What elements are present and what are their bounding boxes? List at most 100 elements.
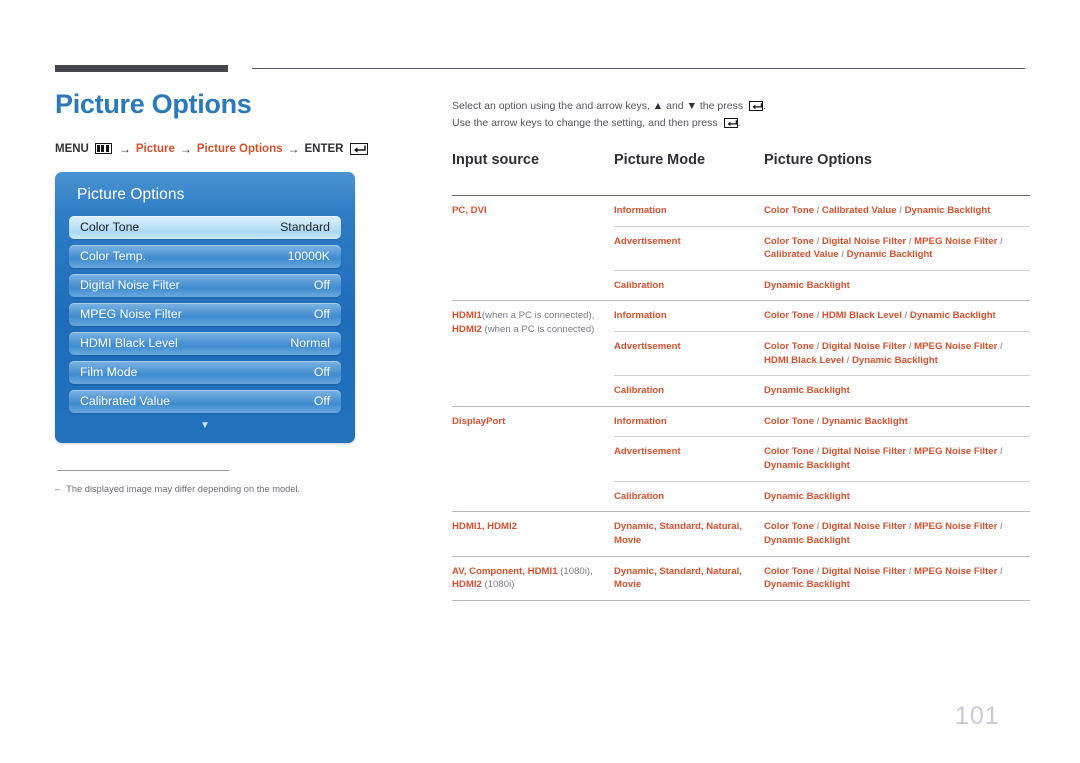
cell-picture-options: Dynamic Backlight [764, 480, 1030, 512]
osd-scroll-down-icon[interactable]: ▼ [69, 419, 341, 431]
osd-row-film-mode[interactable]: Film Mode Off [69, 360, 341, 384]
cell-picture-options: Color Tone / Calibrated Value / Dynamic … [764, 205, 991, 216]
option-separator: / [813, 310, 822, 322]
picture-options-table: Input source Picture Mode Picture Option… [452, 152, 1030, 601]
breadcrumb-item-picture: Picture [135, 142, 175, 155]
cell-picture-mode: Calibration [614, 269, 764, 301]
table-header-row: Input source Picture Mode Picture Option… [452, 152, 1030, 179]
cell-picture-options: Color Tone / Digital Noise Filter / MPEG… [764, 331, 1030, 376]
cell-picture-mode: Information [614, 405, 764, 437]
option-separator: / [997, 565, 1003, 577]
cell-picture-mode: Dynamic, Standard, Natural, Movie [614, 511, 764, 557]
osd-row-label: HDMI Black Level [80, 336, 178, 351]
osd-row-value: 10000K [287, 249, 330, 264]
footnote-text: The displayed image may differ depending… [66, 484, 301, 494]
table-row: DisplayPort Information Color Tone / Dyn… [452, 405, 1030, 512]
cell-input-source: AV, Component, HDMI1 (1080i), HDMI2 (108… [452, 555, 614, 601]
cell-picture-options: Color Tone / Digital Noise Filter / MPEG… [764, 511, 1030, 557]
option-separator: / [997, 235, 1003, 247]
source-note-2: (when a PC is connected) [484, 324, 595, 336]
osd-row-value: Off [313, 278, 330, 293]
header-rule-thick [55, 65, 228, 72]
instruction-text: Select an option using the and arrow key… [452, 98, 1030, 132]
cell-picture-options: Color Tone / Digital Noise Filter / MPEG… [764, 225, 1030, 271]
osd-row-value: Off [313, 365, 330, 380]
menu-bars-icon [94, 143, 112, 155]
osd-row-calibrated-value[interactable]: Calibrated Value Off [69, 389, 341, 413]
breadcrumb-item-picture-options: Picture Options [196, 142, 283, 155]
option-separator: / [838, 249, 847, 261]
cell-picture-mode: Advertisement [614, 436, 764, 482]
osd-panel: Picture Options Color Tone Standard Colo… [55, 171, 355, 443]
cell-picture-options: Color Tone / Dynamic Backlight [764, 405, 1030, 437]
instruction-line1-a: Select an option using the and arrow key… [452, 100, 653, 112]
osd-row-mpeg-noise-filter[interactable]: MPEG Noise Filter Off [69, 302, 341, 326]
option-separator: / [813, 521, 822, 533]
left-column: Picture Options MENU → Picture → Picture… [55, 89, 425, 443]
instruction-line2-a: Use the arrow keys to change the setting… [452, 117, 721, 129]
breadcrumb-arrow-2: → [179, 141, 192, 156]
footnote: ‒ The displayed image may differ dependi… [55, 483, 415, 495]
column-header-picture-options: Picture Options [764, 152, 872, 168]
table-bottom-rule [452, 600, 1030, 601]
column-header-picture-mode: Picture Mode [614, 152, 706, 168]
cell-picture-mode: Dynamic, Standard, Natural, Movie [614, 555, 764, 601]
breadcrumb-enter-label: ENTER [304, 142, 344, 155]
breadcrumb-arrow-3: → [287, 141, 300, 156]
instruction-line1-period: . [763, 100, 766, 112]
cell-picture-mode: Information [614, 300, 764, 332]
enter-return-icon [749, 101, 763, 112]
enter-return-icon [350, 142, 369, 155]
osd-row-hdmi-black-level[interactable]: HDMI Black Level Normal [69, 331, 341, 355]
footnote-dash: ‒ [55, 484, 61, 494]
page-title: Picture Options [55, 89, 252, 119]
osd-row-value: Standard [280, 220, 330, 235]
option-separator: / [813, 565, 822, 577]
cell-picture-options: Color Tone / Digital Noise Filter / MPEG… [764, 436, 1030, 482]
osd-row-digital-noise-filter[interactable]: Digital Noise Filter Off [69, 273, 341, 297]
osd-row-color-tone[interactable]: Color Tone Standard [69, 215, 341, 239]
option-separator: / [906, 565, 915, 577]
cell-picture-mode: Calibration [614, 480, 764, 512]
osd-row-color-temp[interactable]: Color Temp. 10000K [69, 244, 341, 268]
cell-picture-options: Color Tone / HDMI Black Level / Dynamic … [764, 300, 1030, 332]
page-number: 101 [955, 702, 1000, 730]
osd-row-label: Color Tone [80, 220, 140, 235]
source-note-1: (when a PC is connected), [481, 310, 595, 322]
source-name-hdmi2: HDMI2 [452, 579, 482, 591]
cell-picture-options: Dynamic Backlight [764, 375, 1030, 407]
enter-return-icon [723, 118, 738, 129]
option-separator: / [997, 521, 1003, 533]
cell-picture-mode: Information [614, 205, 667, 216]
column-header-input-source: Input source [452, 152, 540, 168]
option-separator: / [906, 521, 915, 533]
header-rule-thin [252, 68, 1025, 69]
osd-title: Picture Options [77, 185, 185, 203]
option-separator: / [813, 341, 822, 353]
option-separator: / [997, 341, 1003, 353]
cell-input-source: PC, DVI [452, 205, 487, 216]
osd-row-label: Film Mode [80, 365, 138, 380]
table-row: HDMI1, HDMI2 Dynamic, Standard, Natural,… [452, 511, 1030, 557]
table-row: AV, Component, HDMI1 (1080i), HDMI2 (108… [452, 555, 1030, 601]
option-separator: / [896, 205, 905, 216]
source-note-2: (1080i) [484, 579, 515, 591]
option-separator: / [906, 235, 915, 247]
cell-picture-mode: Advertisement [614, 331, 764, 376]
option-separator: / [813, 446, 822, 458]
osd-row-label: Digital Noise Filter [80, 278, 180, 293]
arrow-up-icon: ▲ [652, 100, 664, 112]
option-separator: / [813, 205, 822, 216]
breadcrumb-menu-label: MENU [55, 142, 89, 155]
instruction-line1-c: the press [696, 100, 746, 112]
option-separator: / [843, 354, 852, 366]
breadcrumb-arrow-1: → [118, 141, 131, 156]
osd-row-label: Color Temp. [80, 249, 147, 264]
instruction-line2-period: . [737, 117, 741, 129]
option-separator: / [901, 310, 910, 322]
cell-picture-mode: Calibration [614, 375, 764, 407]
instruction-line-2: Use the arrow keys to change the setting… [452, 115, 1030, 132]
osd-row-label: Calibrated Value [80, 394, 171, 409]
cell-input-source: DisplayPort [452, 405, 614, 512]
cell-input-source: HDMI1, HDMI2 [452, 511, 614, 557]
